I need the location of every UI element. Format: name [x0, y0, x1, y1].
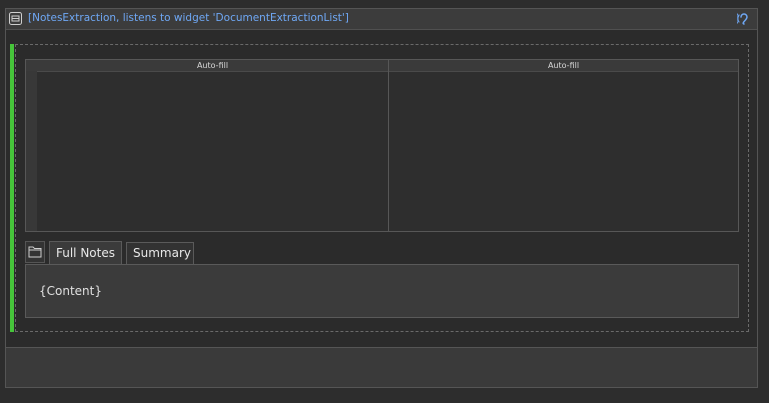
column-header[interactable]: Auto-fill — [37, 60, 388, 72]
folder-icon[interactable] — [25, 241, 45, 263]
data-grid[interactable]: Auto-fill Auto-fill — [25, 59, 739, 232]
grid-column-1[interactable]: Auto-fill — [37, 60, 389, 231]
tab-full-notes[interactable]: Full Notes — [49, 241, 122, 265]
widget-icon — [9, 12, 22, 25]
grid-row-header — [26, 71, 37, 231]
active-indicator-bar — [10, 44, 14, 332]
content-placeholder: {Content} — [39, 284, 102, 298]
tab-summary[interactable]: Summary — [126, 242, 194, 265]
grid-column-2[interactable]: Auto-fill — [389, 60, 738, 231]
listen-ear-icon[interactable] — [737, 11, 753, 27]
grid-corner — [26, 60, 37, 71]
widget-footer — [6, 347, 757, 387]
widget-title: [NotesExtraction, listens to widget 'Doc… — [28, 12, 349, 24]
widget-frame: [NotesExtraction, listens to widget 'Doc… — [5, 8, 758, 388]
tab-content-panel: {Content} — [25, 264, 739, 318]
column-header[interactable]: Auto-fill — [389, 60, 738, 72]
widget-header: [NotesExtraction, listens to widget 'Doc… — [6, 9, 757, 30]
